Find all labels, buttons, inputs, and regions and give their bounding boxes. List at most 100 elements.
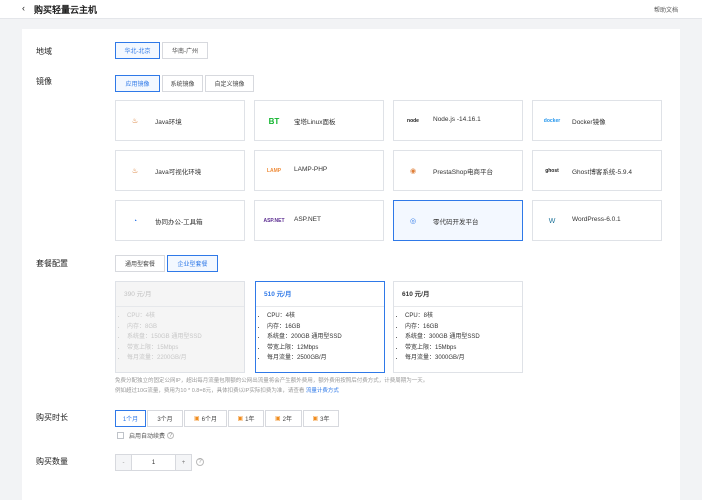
image-tile[interactable]: ◎ 零代码开发平台 <box>393 200 523 241</box>
gift-icon: ▣ <box>274 416 281 422</box>
plan-spec: 内存：16GB <box>267 322 384 333</box>
gift-icon: ▣ <box>312 416 319 422</box>
region-label: 地域 <box>36 47 52 56</box>
plan-spec: 带宽上限：15Mbps <box>405 343 522 354</box>
duration-label-text: 1年 <box>245 417 255 423</box>
image-tile-label: Java环境 <box>155 119 182 126</box>
image-label: 镜像 <box>36 77 52 86</box>
image-tile[interactable]: node Node.js -14.16.1 <box>393 100 523 141</box>
ghost-icon: ghost <box>545 168 559 174</box>
page-title: 购买轻量云主机 <box>34 5 98 15</box>
tab-custom-image[interactable]: 自定义镜像 <box>205 75 254 92</box>
plan-spec: 每月流量：2200GB/月 <box>127 353 244 364</box>
gift-icon: ▣ <box>193 416 200 422</box>
plan-price: 610 元/月 <box>394 282 522 307</box>
tab-system-image[interactable]: 系统镜像 <box>162 75 203 92</box>
plan-spec: 内存：8GB <box>127 322 244 333</box>
image-tile-label: 宝塔Linux面板 <box>294 119 336 126</box>
duration-2-years[interactable]: ▣ 2年 <box>265 410 302 427</box>
traffic-billing-link[interactable]: 流量计费方式 <box>306 388 339 394</box>
duration-1-month[interactable]: 1个月 <box>115 410 146 427</box>
image-tile-label: Ghost博客系统-5.9.4 <box>572 169 632 176</box>
region-option-guangzhou[interactable]: 华南-广州 <box>162 42 208 59</box>
quantity-input[interactable]: 1 <box>131 454 176 471</box>
image-tile-label: 零代码开发平台 <box>433 219 479 226</box>
duration-label-text: 2年 <box>282 417 292 423</box>
image-tile-label: Docker镜像 <box>572 119 606 126</box>
plan-card-510[interactable]: 510 元/月 CPU：4核 内存：16GB 系统盘：200GB 通用型SSD … <box>255 281 385 373</box>
duration-label: 购买时长 <box>36 413 68 422</box>
question-icon[interactable]: ? <box>167 432 175 439</box>
image-tile[interactable]: BT 宝塔Linux面板 <box>254 100 384 141</box>
image-tile[interactable]: ASP.NET ASP.NET <box>254 200 384 241</box>
plan-config-label: 套餐配置 <box>36 259 68 268</box>
lamp-icon: LAMP <box>266 168 282 174</box>
back-icon[interactable]: ‹ <box>22 3 25 13</box>
note-line: 免费分配独立的固定公网IP，超出每月流量包限额的公网出流量将会产生额外费用，额外… <box>115 378 429 384</box>
image-tile-label: 协同办公-工具箱 <box>155 219 203 226</box>
image-tile[interactable]: docker Docker镜像 <box>532 100 662 141</box>
auto-renew-checkbox[interactable] <box>117 432 124 439</box>
plan-card-390[interactable]: 390 元/月 CPU：4核 内存：8GB 系统盘：150GB 通用型SSD 带… <box>115 281 245 373</box>
plan-price: 390 元/月 <box>116 282 244 307</box>
note-text: 例如超过10G流量，费用为10 * 0.8=8元，具体扣费以IP实际扣费为准，请… <box>115 388 306 394</box>
help-docs-link[interactable]: 帮助文档 <box>654 5 678 14</box>
auto-renew-row: 启用自动续费 ? <box>117 431 175 440</box>
plan-spec: 每月流量：2500GB/月 <box>267 353 384 364</box>
docker-icon: docker <box>543 118 561 124</box>
plan-spec: CPU：4核 <box>267 311 384 322</box>
duration-3-years[interactable]: ▣ 3年 <box>303 410 339 427</box>
plan-spec: 每月流量：3000GB/月 <box>405 353 522 364</box>
quantity-plus-button[interactable]: + <box>175 454 192 471</box>
lowcode-icon: ◎ <box>409 218 417 225</box>
duration-label-text: 3年 <box>320 417 330 423</box>
prestashop-icon: ◉ <box>409 168 417 175</box>
gift-icon: ▣ <box>237 416 244 422</box>
image-tile-label: PrestaShop电商平台 <box>433 169 493 176</box>
region-option-beijing[interactable]: 华北-北京 <box>115 42 160 59</box>
top-bar: ‹ 购买轻量云主机 帮助文档 <box>0 0 702 19</box>
wordpress-icon: W <box>548 217 556 225</box>
toolbox-icon: ◔ <box>132 217 138 225</box>
auto-renew-label: 启用自动续费 <box>129 434 166 440</box>
plan-spec: 带宽上限：12Mbps <box>267 343 384 354</box>
image-tile[interactable]: LAMP LAMP-PHP <box>254 150 384 191</box>
tab-general-plan[interactable]: 通用型套餐 <box>115 255 165 272</box>
plan-spec: 系统盘：300GB 通用型SSD <box>405 332 522 343</box>
tab-app-image[interactable]: 应用镜像 <box>115 75 160 92</box>
note-line: 例如超过10G流量，费用为10 * 0.8=8元，具体扣费以IP实际扣费为准，请… <box>115 386 665 396</box>
duration-1-year[interactable]: ▣ 1年 <box>228 410 264 427</box>
image-tile-label: ASP.NET <box>294 216 321 223</box>
question-icon[interactable]: ? <box>196 458 204 466</box>
aspnet-icon: ASP.NET <box>263 218 285 224</box>
plan-spec: 系统盘：200GB 通用型SSD <box>267 332 384 343</box>
plan-spec: CPU：4核 <box>127 311 244 322</box>
plan-spec: CPU：8核 <box>405 311 522 322</box>
bt-panel-icon: BT <box>268 116 280 126</box>
image-tile-label: Java可视化环境 <box>155 169 202 176</box>
duration-label-text: 6个月 <box>201 417 217 423</box>
image-tile[interactable]: W WordPress-6.0.1 <box>532 200 662 241</box>
plan-spec: 系统盘：150GB 通用型SSD <box>127 332 244 343</box>
quantity-label: 购买数量 <box>36 457 68 466</box>
image-tile-label: Node.js -14.16.1 <box>433 116 481 123</box>
nodejs-icon: node <box>407 118 419 124</box>
image-tile-label: WordPress-6.0.1 <box>572 216 621 223</box>
java-visual-icon: ♨ <box>131 168 139 175</box>
image-tile[interactable]: ghost Ghost博客系统-5.9.4 <box>532 150 662 191</box>
image-tile[interactable]: ♨ Java可视化环境 <box>115 150 245 191</box>
quantity-minus-button[interactable]: - <box>115 454 132 471</box>
image-tile[interactable]: ◉ PrestaShop电商平台 <box>393 150 523 191</box>
image-tile[interactable]: ♨ Java环境 <box>115 100 245 141</box>
plan-price: 510 元/月 <box>256 282 384 307</box>
purchase-panel: 地域 华北-北京 华南-广州 镜像 应用镜像 系统镜像 自定义镜像 ♨ Java环… <box>22 29 680 500</box>
plan-spec: 内存：16GB <box>405 322 522 333</box>
plan-card-610[interactable]: 610 元/月 CPU：8核 内存：16GB 系统盘：300GB 通用型SSD … <box>393 281 523 373</box>
duration-6-months[interactable]: ▣ 6个月 <box>184 410 227 427</box>
image-tile-label: LAMP-PHP <box>294 166 328 173</box>
tab-enterprise-plan[interactable]: 企业型套餐 <box>167 255 218 272</box>
java-icon: ♨ <box>131 118 139 125</box>
duration-3-months[interactable]: 3个月 <box>147 410 183 427</box>
plan-spec: 带宽上限：15Mbps <box>127 343 244 354</box>
image-tile[interactable]: ◔ 协同办公-工具箱 <box>115 200 245 241</box>
